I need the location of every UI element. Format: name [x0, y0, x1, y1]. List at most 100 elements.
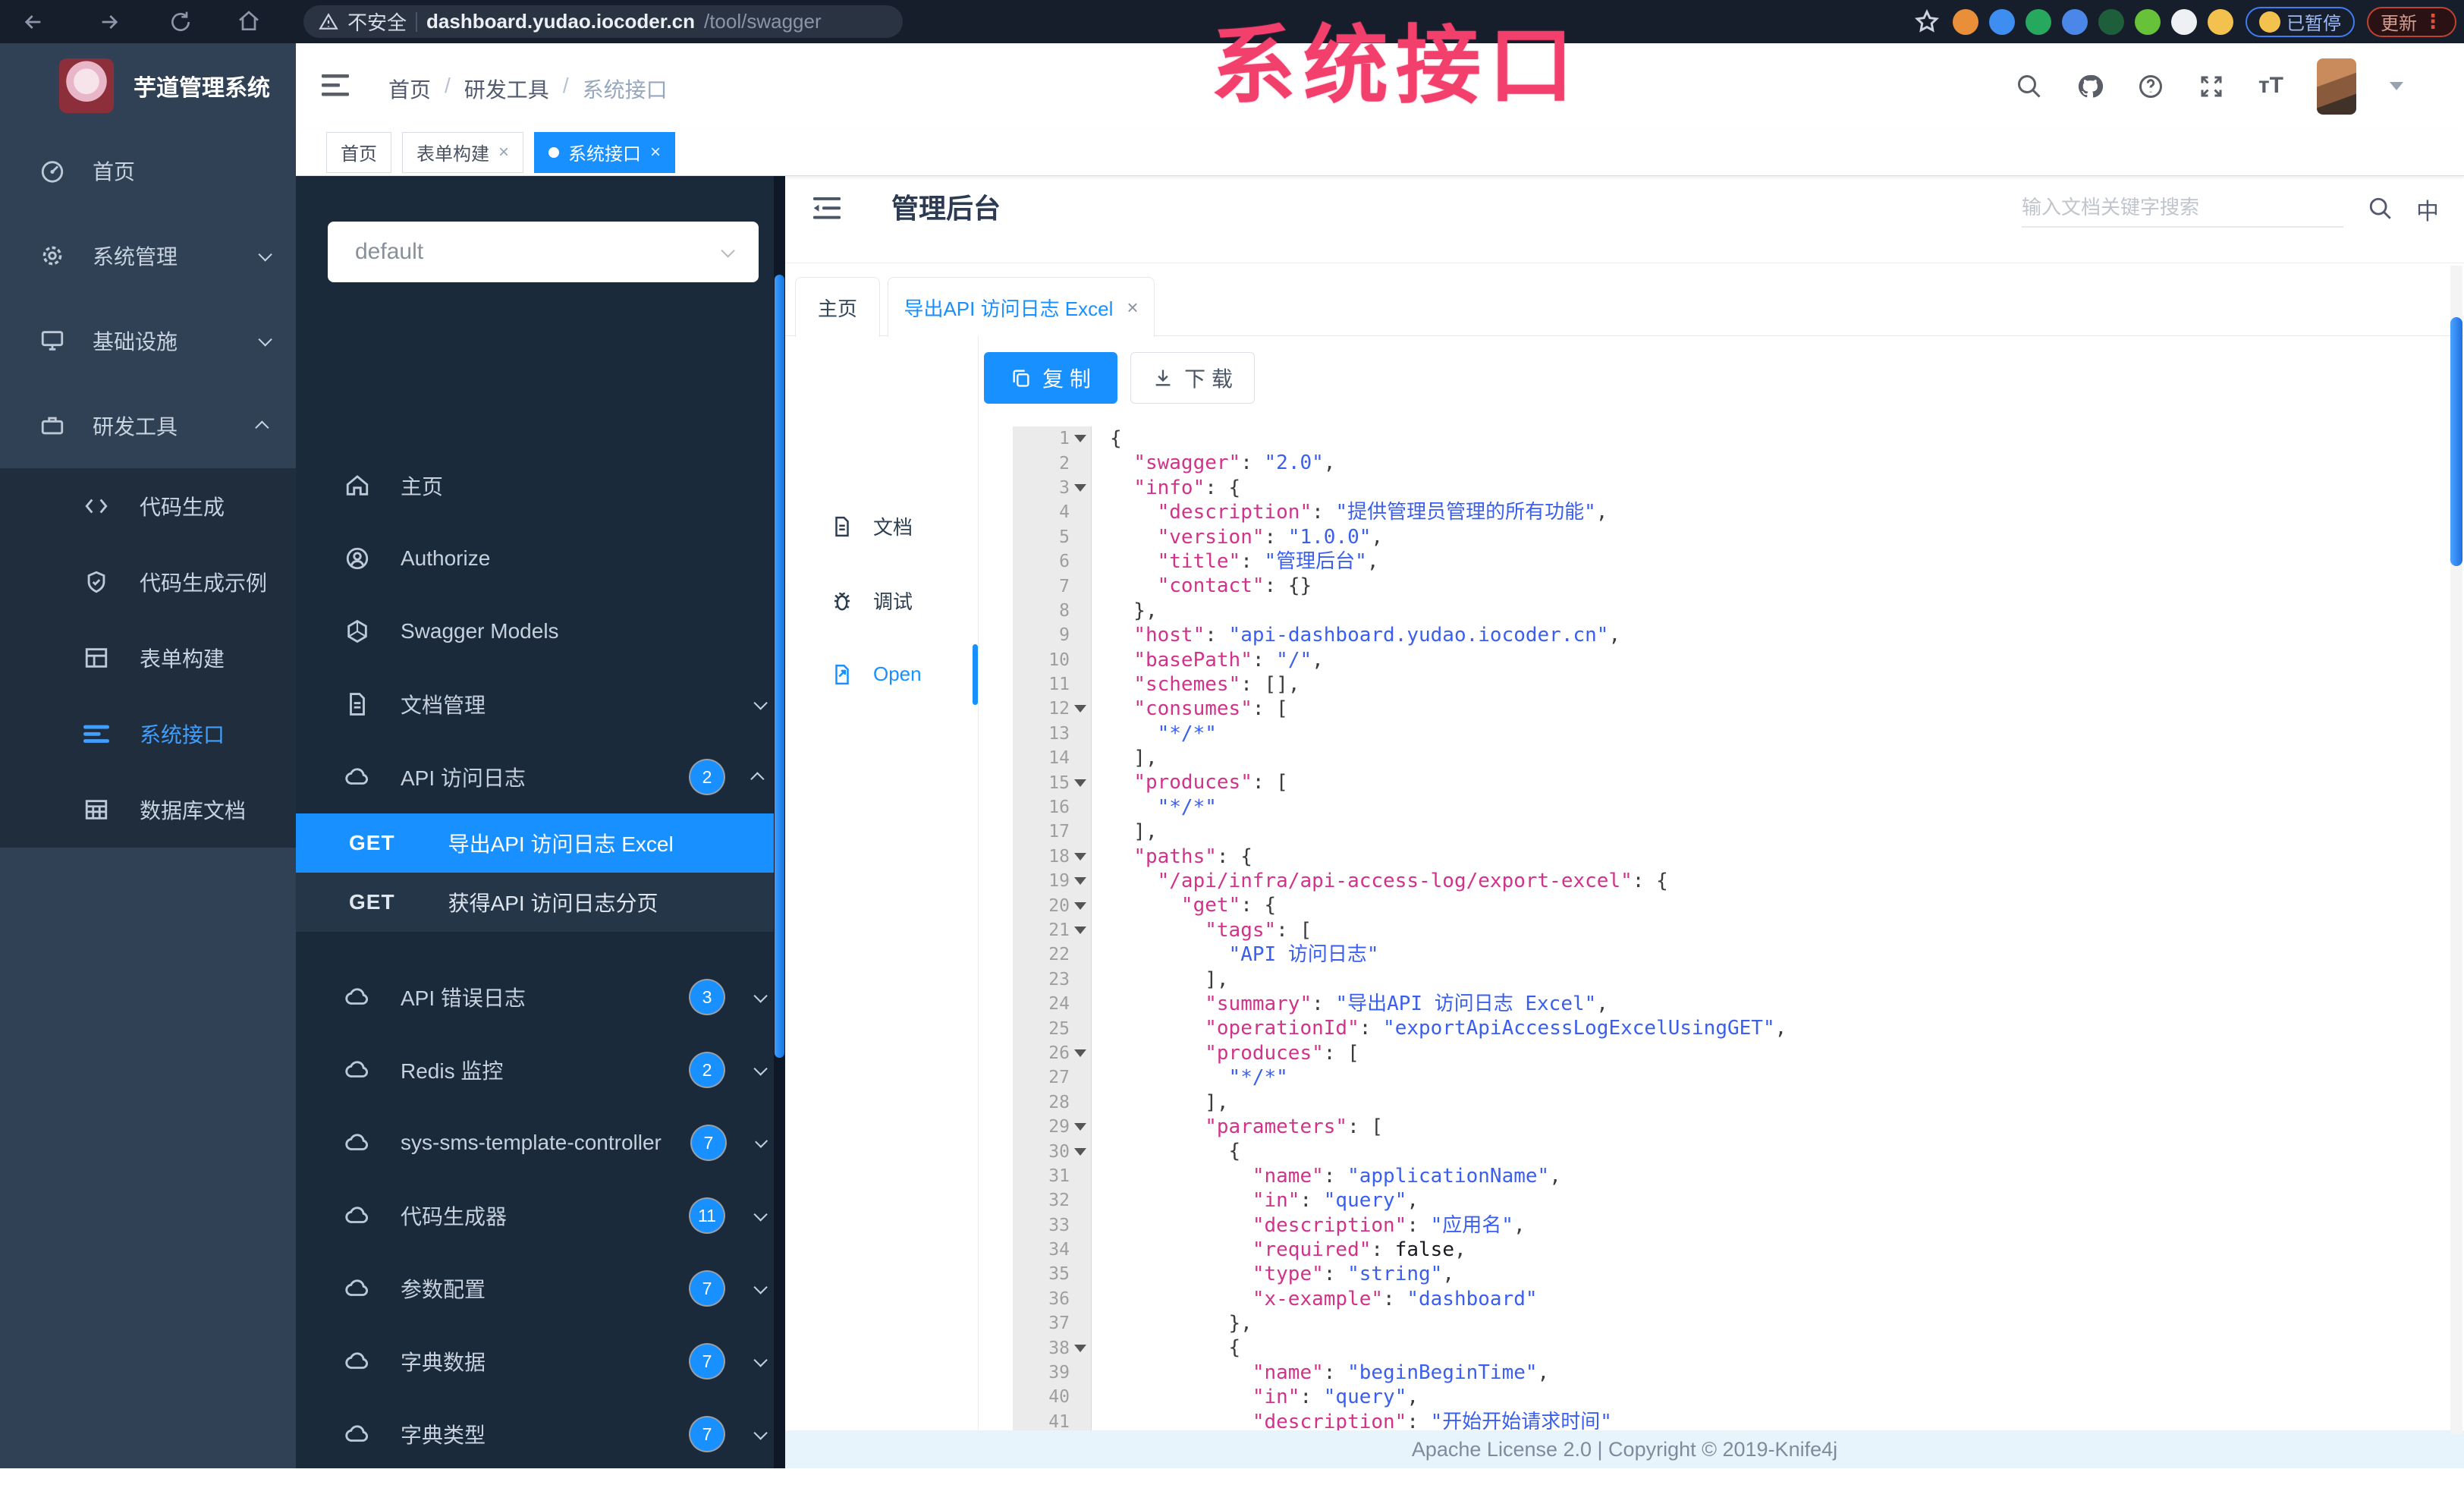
- api-group-文档管理[interactable]: 文档管理: [296, 668, 785, 741]
- tag-系统接口[interactable]: 系统接口 ×: [534, 131, 676, 173]
- extension-icon[interactable]: [2135, 8, 2161, 35]
- api-group-Redis 监控[interactable]: Redis 监控 2: [296, 1034, 785, 1106]
- fold-icon[interactable]: [1074, 901, 1086, 910]
- menu-dots-icon[interactable]: ⋮: [2423, 10, 2443, 33]
- api-group-参数配置[interactable]: 参数配置 7: [296, 1252, 785, 1325]
- fold-icon[interactable]: [1074, 852, 1086, 860]
- sidebar-scrollbar-thumb[interactable]: [775, 275, 784, 1058]
- logo-row[interactable]: 芋道管理系统: [0, 43, 296, 128]
- sidebar-subitem-数据库文档[interactable]: 数据库文档: [0, 772, 296, 848]
- extension-icon[interactable]: [2062, 8, 2088, 35]
- breadcrumb-item[interactable]: 研发工具: [464, 74, 549, 104]
- code-line: "in": "query",: [1252, 1189, 1419, 1213]
- fold-icon[interactable]: [1074, 1123, 1086, 1131]
- address-bar[interactable]: 不安全 dashboard.yudao.iocoder.cn/tool/swag…: [303, 5, 903, 38]
- sidebar-item-基础设施[interactable]: 基础设施: [0, 298, 296, 383]
- extension-icon[interactable]: [1953, 8, 1978, 35]
- api-group-label: 文档管理: [401, 694, 486, 717]
- extension-icon[interactable]: [1989, 8, 2015, 35]
- back-icon[interactable]: [21, 10, 46, 34]
- fold-icon[interactable]: [1074, 705, 1086, 713]
- tag-表单构建[interactable]: 表单构建 ×: [402, 131, 524, 173]
- search-icon[interactable]: [2368, 196, 2393, 222]
- api-operation[interactable]: GET 导出API 访问日志 Excel: [296, 813, 785, 873]
- search-icon[interactable]: [2016, 73, 2043, 100]
- extension-icon[interactable]: [2171, 8, 2197, 35]
- sidebar-scrollbar-track[interactable]: [774, 176, 785, 1468]
- home-icon[interactable]: [237, 9, 261, 33]
- api-group-label: Redis 监控: [401, 1059, 504, 1083]
- sidebar-item-系统管理[interactable]: 系统管理: [0, 213, 296, 298]
- tag-首页[interactable]: 首页: [326, 131, 391, 173]
- avatar[interactable]: [2317, 58, 2356, 115]
- breadcrumb-item[interactable]: 系统接口: [583, 74, 668, 104]
- font-size-icon[interactable]: тT: [2258, 73, 2283, 100]
- hamburger-icon[interactable]: [322, 74, 349, 98]
- fold-icon[interactable]: [1074, 877, 1086, 886]
- api-group-代码生成器[interactable]: 代码生成器 11: [296, 1179, 785, 1252]
- operation-label: 获得API 访问日志分页: [448, 892, 658, 915]
- forward-icon[interactable]: [97, 10, 121, 34]
- fullscreen-icon[interactable]: [2198, 73, 2225, 100]
- sidebar-item-研发工具[interactable]: 研发工具: [0, 383, 296, 468]
- sidebar-item-首页[interactable]: 首页: [0, 128, 296, 213]
- api-group-字典类型[interactable]: 字典类型 7: [296, 1398, 785, 1468]
- caret-down-icon[interactable]: [2390, 82, 2403, 90]
- sidebar-subitem-代码生成示例[interactable]: 代码生成示例: [0, 544, 296, 620]
- extension-icon[interactable]: [2208, 8, 2233, 35]
- question-icon[interactable]: [2137, 73, 2164, 100]
- sidebar-item-label: 研发工具: [93, 415, 178, 439]
- doc-tab[interactable]: 导出API 访问日志 Excel ×: [888, 277, 1155, 337]
- chevron-down-icon: [753, 1279, 768, 1295]
- doc-tabs: 主页 导出API 访问日志 Excel ×: [785, 263, 2464, 337]
- breadcrumb-item[interactable]: 首页: [388, 74, 431, 104]
- collapse-icon[interactable]: [812, 197, 841, 220]
- fold-icon[interactable]: [1074, 1344, 1086, 1352]
- api-group-Authorize[interactable]: Authorize: [296, 522, 785, 595]
- group-select[interactable]: default: [328, 222, 759, 282]
- fold-icon[interactable]: [1074, 779, 1086, 787]
- api-group-label: sys-sms-template-controller: [401, 1131, 662, 1154]
- code-line: "description": "开始开始请求时间": [1252, 1410, 1612, 1430]
- fold-icon[interactable]: [1074, 1147, 1086, 1156]
- extension-icon[interactable]: [2098, 8, 2124, 35]
- sidebar-subitem-系统接口[interactable]: 系统接口: [0, 696, 296, 772]
- sidebar-subitem-代码生成[interactable]: 代码生成: [0, 468, 296, 544]
- bookmark-star-icon[interactable]: [1913, 8, 1941, 36]
- github-icon[interactable]: [2076, 73, 2104, 100]
- close-icon[interactable]: ×: [1127, 296, 1138, 319]
- api-group-API 错误日志[interactable]: API 错误日志 3: [296, 961, 785, 1034]
- open-icon: [835, 664, 849, 684]
- active-dot-icon: [548, 146, 560, 158]
- reload-icon[interactable]: [168, 10, 193, 34]
- fold-icon[interactable]: [1074, 927, 1086, 934]
- browser-update-badge[interactable]: 更新 ⋮: [2367, 6, 2456, 37]
- doc-nav-Open[interactable]: Open: [831, 662, 922, 686]
- doc-search-input[interactable]: [2022, 188, 2343, 228]
- download-icon: [1155, 370, 1171, 386]
- json-editor[interactable]: 1 2 3 4 5 6 7 8 9 10 11 12 13 14 15 16 17 18 19 20 21 22 23 24 2…: [979, 426, 2451, 1430]
- download-button[interactable]: 下 载: [1130, 352, 1255, 404]
- api-operation[interactable]: GET 获得API 访问日志分页: [296, 873, 785, 932]
- copy-button[interactable]: 复 制: [984, 352, 1117, 404]
- api-group-API 访问日志[interactable]: API 访问日志 2: [296, 741, 785, 813]
- language-toggle[interactable]: 中: [2416, 193, 2439, 226]
- api-group-主页[interactable]: 主页: [296, 449, 785, 522]
- fold-icon[interactable]: [1074, 435, 1086, 443]
- close-icon[interactable]: ×: [650, 142, 661, 163]
- doc-nav-调试[interactable]: 调试: [831, 587, 913, 615]
- extension-icon[interactable]: [2026, 8, 2051, 35]
- api-group-sys-sms-template-controller[interactable]: sys-sms-template-controller 7: [296, 1106, 785, 1179]
- api-group-字典数据[interactable]: 字典数据 7: [296, 1325, 785, 1398]
- doc-tab[interactable]: 主页: [795, 277, 880, 337]
- sidebar-subitem-表单构建[interactable]: 表单构建: [0, 620, 296, 696]
- close-icon[interactable]: ×: [498, 142, 509, 163]
- fold-icon[interactable]: [1074, 1049, 1086, 1057]
- window-scrollbar-thumb[interactable]: [2450, 317, 2462, 566]
- fold-icon[interactable]: [1074, 483, 1086, 492]
- code-line: "swagger": "2.0",: [1133, 451, 1336, 475]
- paused-extension-badge[interactable]: 已暂停: [2246, 6, 2355, 37]
- breadcrumb-separator: /: [562, 74, 569, 97]
- api-group-Swagger Models[interactable]: Swagger Models: [296, 595, 785, 668]
- doc-nav-文档[interactable]: 文档: [831, 512, 913, 540]
